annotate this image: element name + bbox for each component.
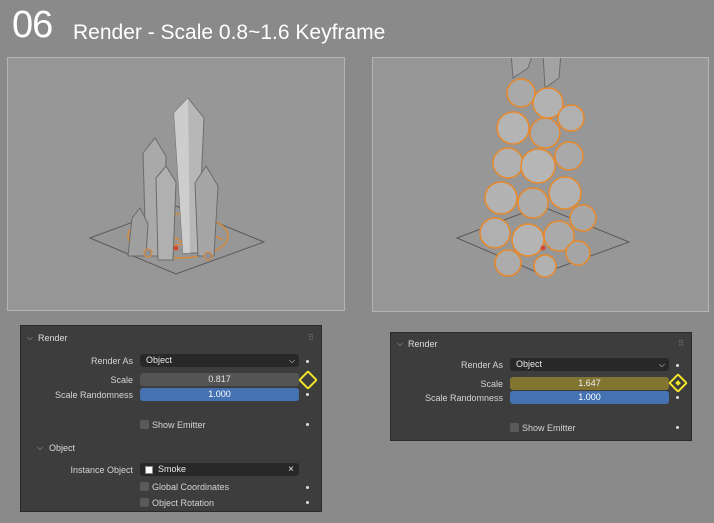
object-rotation-label: Object Rotation: [152, 498, 215, 508]
drag-handle-icon[interactable]: ⠿: [678, 339, 685, 348]
animate-dot-icon[interactable]: [306, 501, 309, 504]
scale-label: Scale: [110, 375, 133, 385]
scale-field[interactable]: 1.647: [510, 377, 669, 390]
animate-dot-icon[interactable]: [676, 426, 679, 429]
render-as-label: Render As: [460, 360, 503, 370]
section-header-object[interactable]: Object: [49, 443, 75, 453]
animate-dot-icon[interactable]: [306, 423, 309, 426]
render-as-value: Object: [516, 359, 543, 369]
show-emitter-checkbox[interactable]: [510, 423, 519, 432]
scale-randomness-slider[interactable]: 1.000: [510, 391, 669, 404]
chevron-down-icon: ⌵: [288, 356, 295, 365]
chevron-down-icon: ⌵: [658, 360, 665, 369]
animate-dot-icon[interactable]: [306, 486, 309, 489]
scale-randomness-slider[interactable]: 1.000: [140, 388, 299, 401]
object-icon: [145, 466, 153, 474]
global-coordinates-checkbox[interactable]: [140, 482, 149, 491]
render-as-value: Object: [146, 355, 173, 365]
viewport-right[interactable]: [372, 57, 709, 312]
scale-randomness-label: Scale Randomness: [54, 390, 133, 400]
section-header-render[interactable]: Render: [38, 333, 68, 343]
scale-field[interactable]: 0.817: [140, 373, 299, 386]
scale-randomness-label: Scale Randomness: [424, 393, 503, 403]
drag-handle-icon[interactable]: ⠿: [308, 333, 315, 342]
instance-object-field[interactable]: Smoke ×: [140, 463, 299, 476]
object-rotation-checkbox[interactable]: [140, 498, 149, 507]
render-panel-left: ⌵ Render ⠿ Render As Object ⌵ Scale 0.81…: [20, 325, 322, 512]
instance-object-value: Smoke: [158, 464, 187, 474]
keyframe-inner-icon: [675, 380, 681, 386]
section-header-render[interactable]: Render: [408, 339, 438, 349]
keyframe-inner-icon: [305, 377, 311, 383]
animate-dot-icon[interactable]: [306, 393, 309, 396]
page-title: Render - Scale 0.8~1.6 Keyframe: [73, 21, 386, 44]
viewport-left-render: [88, 97, 266, 275]
global-coordinates-label: Global Coordinates: [152, 482, 230, 492]
render-as-dropdown[interactable]: Object ⌵: [510, 358, 669, 371]
render-as-label: Render As: [90, 356, 133, 366]
animate-dot-icon[interactable]: [306, 360, 309, 363]
show-emitter-label: Show Emitter: [152, 420, 206, 430]
chevron-down-icon[interactable]: ⌵: [27, 333, 33, 343]
show-emitter-checkbox[interactable]: [140, 420, 149, 429]
scale-label: Scale: [480, 379, 503, 389]
keyframe-icon[interactable]: [298, 370, 318, 390]
clear-icon[interactable]: ×: [288, 463, 294, 476]
instance-object-label: Instance Object: [70, 465, 133, 475]
render-panel-right: ⌵ Render ⠿ Render As Object ⌵ Scale 1.64…: [390, 332, 692, 441]
keyframe-icon[interactable]: [668, 373, 688, 393]
render-as-dropdown[interactable]: Object ⌵: [140, 354, 299, 367]
show-emitter-label: Show Emitter: [522, 423, 576, 433]
animate-dot-icon[interactable]: [676, 364, 679, 367]
header: 06 Render - Scale 0.8~1.6 Keyframe: [0, 0, 714, 52]
viewport-right-render: [455, 58, 631, 278]
chevron-down-icon[interactable]: ⌵: [397, 339, 403, 349]
animate-dot-icon[interactable]: [676, 396, 679, 399]
step-number: 06: [12, 4, 53, 46]
chevron-down-icon[interactable]: ⌵: [37, 443, 43, 453]
viewport-left[interactable]: [7, 57, 345, 311]
